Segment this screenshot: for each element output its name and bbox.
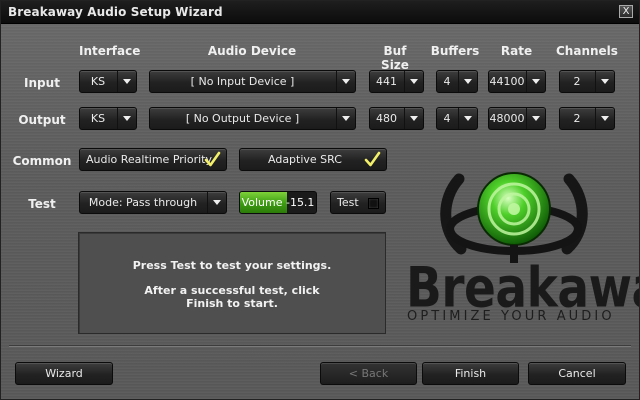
- input-row-label: Input: [24, 76, 60, 90]
- input-buf-size-select[interactable]: 441: [369, 70, 424, 93]
- output-interface-select[interactable]: KS: [79, 107, 137, 130]
- footer-divider: [9, 345, 631, 347]
- chevron-down-icon: [336, 108, 355, 129]
- finish-button[interactable]: Finish: [422, 362, 519, 385]
- chevron-down-icon: [117, 108, 136, 129]
- logo-tagline: OPTIMIZE YOUR AUDIO: [407, 309, 615, 324]
- output-device-select[interactable]: [ No Output Device ]: [149, 107, 356, 130]
- chevron-down-icon: [404, 108, 423, 129]
- input-interface-select[interactable]: KS: [79, 70, 137, 93]
- input-buffers-select[interactable]: 4: [436, 70, 478, 93]
- back-button[interactable]: < Back: [320, 362, 417, 385]
- message-line-2: After a successful test, click: [144, 284, 320, 297]
- test-mode-select[interactable]: Mode: Pass through: [79, 191, 227, 214]
- volume-slider[interactable]: Volume -15.1: [239, 191, 317, 214]
- common-row-label: Common: [12, 154, 72, 168]
- cancel-button[interactable]: Cancel: [528, 362, 626, 385]
- test-indicator-icon: [368, 198, 379, 209]
- chevron-down-icon: [526, 71, 545, 92]
- test-button[interactable]: Test: [330, 191, 386, 214]
- chevron-down-icon: [117, 71, 136, 92]
- message-line-1: Press Test to test your settings.: [132, 259, 332, 272]
- chevron-down-icon: [526, 108, 545, 129]
- adaptive-src-toggle[interactable]: Adaptive SRC: [239, 148, 387, 171]
- header-buffers: Buffers: [430, 44, 480, 58]
- header-channels: Channels: [556, 44, 618, 58]
- output-buf-size-select[interactable]: 480: [369, 107, 424, 130]
- chevron-down-icon: [458, 71, 477, 92]
- checkmark-icon: [364, 151, 381, 167]
- header-rate: Rate: [500, 44, 533, 58]
- breakaway-logo-icon: [440, 172, 588, 263]
- input-rate-select[interactable]: 44100: [488, 70, 546, 93]
- close-button[interactable]: X: [619, 5, 633, 18]
- chevron-down-icon: [207, 192, 226, 213]
- chevron-down-icon: [404, 71, 423, 92]
- chevron-down-icon: [595, 71, 614, 92]
- close-icon: X: [622, 6, 630, 17]
- realtime-priority-toggle[interactable]: Audio Realtime Priority: [79, 148, 227, 171]
- header-audio-device: Audio Device: [207, 44, 297, 58]
- output-channels-select[interactable]: 2: [559, 107, 615, 130]
- header-interface: Interface: [79, 44, 141, 58]
- message-line-3: Finish to start.: [186, 297, 278, 310]
- input-device-select[interactable]: [ No Input Device ]: [149, 70, 356, 93]
- output-row-label: Output: [18, 113, 66, 127]
- window-title: Breakaway Audio Setup Wizard: [8, 5, 223, 19]
- checkmark-icon: [204, 151, 221, 167]
- header-buf-size: Buf Size: [381, 44, 409, 72]
- setup-wizard-window: Breakaway Audio Setup Wizard X Interface…: [0, 0, 640, 400]
- input-channels-select[interactable]: 2: [559, 70, 615, 93]
- output-buffers-select[interactable]: 4: [436, 107, 478, 130]
- wizard-button[interactable]: Wizard: [15, 362, 113, 385]
- chevron-down-icon: [595, 108, 614, 129]
- test-row-label: Test: [28, 197, 56, 211]
- title-bar[interactable]: Breakaway Audio Setup Wizard X: [1, 1, 639, 24]
- chevron-down-icon: [458, 108, 477, 129]
- chevron-down-icon: [336, 71, 355, 92]
- message-panel: Press Test to test your settings. After …: [78, 232, 386, 334]
- output-rate-select[interactable]: 48000: [488, 107, 546, 130]
